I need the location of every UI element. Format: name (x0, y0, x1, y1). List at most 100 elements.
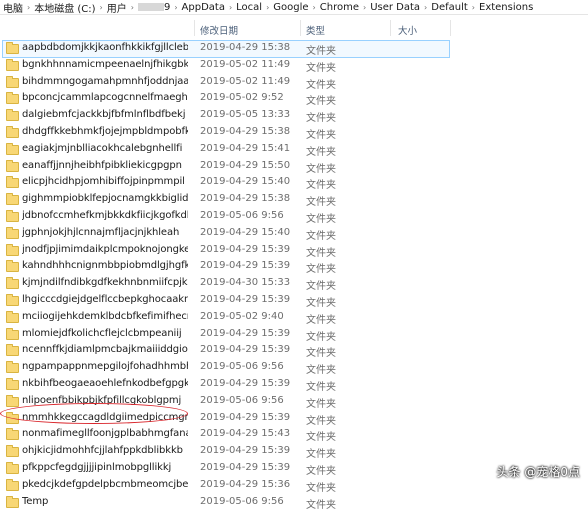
modified-date: 2019-04-29 15:50 (200, 159, 291, 171)
folder-name: jgphnjokjhjlcnnajmfljacjnjkhleah (22, 226, 180, 238)
folder-row[interactable]: Temp 2019-05-06 9:56 文件夹 (0, 494, 588, 511)
folder-name: jdbnofccmhefkmjbkkdkfiicjkgofkdh (22, 209, 188, 221)
folder-row[interactable]: jgphnjokjhjlcnnajmfljacjnjkhleah 2019-04-… (0, 225, 588, 242)
column-divider[interactable] (194, 20, 195, 36)
folder-name: eanaffjjnnjheibhfpibkliekicgpgpn (22, 159, 182, 171)
folder-icon (6, 243, 19, 256)
item-type: 文件夹 (306, 96, 336, 108)
folder-row[interactable]: eagiakjmjnblliacokhcalebgnhellfi 2019-04-… (0, 141, 588, 158)
folder-name: Temp (22, 495, 49, 507)
folder-row[interactable]: kjmjndilfndibkgdfkekhnbnmiifcpjk 2019-04-… (0, 275, 588, 292)
folder-row[interactable]: ohjkicjidmohhfcjjlahfppkdblibkkb 2019-04-… (0, 443, 588, 460)
folder-name: lhgicccdgiejdgelflccbepkghocaakn (22, 293, 188, 305)
breadcrumb-item-google[interactable]: Google (270, 2, 311, 13)
folder-icon (6, 327, 19, 340)
folder-name: bgnkhhnnamicmpeenaelnjfhikgbkllg (22, 58, 188, 70)
folder-icon (6, 125, 19, 138)
folder-row[interactable]: aapbdbdomjkkjkaonfhkkikfgjllcleb 2019-04-… (0, 40, 588, 58)
column-header-row: 修改日期 类型 大小 (0, 18, 588, 38)
folder-name: dalgiebmfcjackkbjfbfmlnflbdfbekj (22, 109, 186, 121)
folder-icon (6, 445, 19, 458)
folder-row[interactable]: kahndhhhcnignmbbpiobmdlgjhgfkfil 2019-04-… (0, 258, 588, 275)
breadcrumb-item-extensions[interactable]: Extensions (476, 2, 536, 13)
breadcrumb-item-chrome[interactable]: Chrome (317, 2, 362, 13)
breadcrumb-item-users[interactable]: 用户 (104, 0, 130, 15)
column-header-type[interactable]: 类型 (306, 23, 325, 37)
folder-name: ngpampappnmepgilojfohadhhmbhla... (22, 361, 188, 373)
watermark-text: 头条 @宠格0点 (496, 465, 580, 479)
breadcrumb-item-local[interactable]: Local (233, 2, 265, 13)
modified-date: 2019-04-29 15:39 (200, 260, 291, 272)
item-type: 文件夹 (306, 432, 336, 444)
folder-name: mlomiejdfkolichcflejclcbmpeaniij (22, 327, 182, 339)
folder-row[interactable]: mlomiejdfkolichcflejclcbmpeaniij 2019-04-… (0, 326, 588, 343)
item-type: 文件夹 (306, 180, 336, 192)
breadcrumb-item-pc[interactable]: 电脑 (0, 0, 26, 15)
folder-icon (6, 193, 19, 206)
folder-row[interactable]: nkbihfbeogaeaoehlefnkodbefgpgknn 2019-04-… (0, 376, 588, 393)
folder-row[interactable]: nmmhkkegccagdldgiimedpiccmgmie... 2019-04… (0, 410, 588, 427)
breadcrumb-item-default[interactable]: Default (428, 2, 471, 13)
item-type: 文件夹 (306, 281, 336, 293)
column-divider[interactable] (390, 20, 391, 36)
redacted-block (137, 2, 164, 11)
watermark: 头条 @宠格0点 (497, 463, 580, 480)
modified-date: 2019-05-06 9:56 (200, 394, 284, 406)
item-type: 文件夹 (306, 213, 336, 225)
folder-icon (6, 75, 19, 88)
modified-date: 2019-05-02 9:52 (200, 92, 284, 104)
folder-icon (6, 92, 19, 105)
folder-name: elicpjhcidhpjomhibiffojpinpmmpil (22, 176, 185, 188)
modified-date: 2019-05-02 9:40 (200, 310, 284, 322)
folder-name: eagiakjmjnblliacokhcalebgnhellfi (22, 142, 183, 154)
folder-row[interactable]: bihdmmngogamahpmnhfjoddnjaaeo... 2019-05-… (0, 74, 588, 91)
folder-name: kjmjndilfndibkgdfkekhnbnmiifcpjk (22, 277, 188, 289)
item-type: 文件夹 (306, 129, 336, 141)
item-type: 文件夹 (306, 331, 336, 343)
folder-row[interactable]: dhdgffkkebhmkfjojejmpbldmpobfkfo 2019-04-… (0, 124, 588, 141)
folder-row[interactable]: bpconcjcammlapcogcnnelfmaeghhagj 2019-05-… (0, 90, 588, 107)
folder-icon (6, 58, 19, 71)
column-divider[interactable] (300, 20, 301, 36)
breadcrumb-item-user-data[interactable]: User Data (367, 2, 423, 13)
item-type: 文件夹 (306, 465, 336, 477)
folder-icon (6, 277, 19, 290)
breadcrumb-item-local-disk[interactable]: 本地磁盘 (C:) (31, 0, 98, 15)
folder-row[interactable]: ncennffkjdiamlpmcbajkmaiiiddgioo 2019-04-… (0, 342, 588, 359)
folder-row[interactable]: nlipoenfbbikpbjkfpfillcgkoblgpmj 2019-05-… (0, 393, 588, 410)
folder-row[interactable]: elicpjhcidhpjomhibiffojpinpmmpil 2019-04-… (0, 174, 588, 191)
folder-row[interactable]: jdbnofccmhefkmjbkkdkfiicjkgofkdh 2019-05-… (0, 208, 588, 225)
column-header-date[interactable]: 修改日期 (200, 23, 238, 37)
folder-name: pfkppcfegdgjjjjipinlmobpgllikkj (22, 461, 172, 473)
item-type: 文件夹 (306, 297, 336, 309)
folder-icon (6, 428, 19, 441)
folder-row[interactable]: bgnkhhnnamicmpeenaelnjfhikgbkllg 2019-05-… (0, 57, 588, 74)
breadcrumb-item-appdata[interactable]: AppData (179, 2, 228, 13)
column-divider[interactable] (450, 20, 451, 36)
folder-row[interactable]: ngpampappnmepgilojfohadhhmbhla... 2019-05… (0, 359, 588, 376)
modified-date: 2019-04-29 15:38 (200, 42, 291, 53)
item-type: 文件夹 (306, 46, 336, 57)
column-header-size[interactable]: 大小 (398, 23, 417, 37)
folder-icon (6, 109, 19, 122)
item-type: 文件夹 (306, 163, 336, 175)
folder-name: ncennffkjdiamlpmcbajkmaiiiddgioo (22, 344, 188, 356)
folder-name: nlipoenfbbikpbjkfpfillcgkoblgpmj (22, 394, 182, 406)
folder-row[interactable]: jnodfjpjimimdaikplcmpoknojongked 2019-04-… (0, 242, 588, 259)
folder-row[interactable]: lhgicccdgiejdgelflccbepkghocaakn 2019-04-… (0, 292, 588, 309)
modified-date: 2019-04-29 15:41 (200, 142, 291, 154)
folder-row[interactable]: dalgiebmfcjackkbjfbfmlnflbdfbekj 2019-05-… (0, 107, 588, 124)
folder-row[interactable]: nonmafimegllfoonjgplbabhmgfanaka 2019-04-… (0, 426, 588, 443)
breadcrumb-item-username[interactable]: 9 (135, 2, 173, 13)
folder-icon (6, 293, 19, 306)
folder-row[interactable]: eanaffjjnnjheibhfpibkliekicgpgpn 2019-04-… (0, 158, 588, 175)
folder-row[interactable]: mciiogijehkdemklbdcbfkefimifhecn 2019-05-… (0, 309, 588, 326)
modified-date: 2019-05-02 11:49 (200, 58, 291, 70)
address-breadcrumb[interactable]: 电脑 › 本地磁盘 (C:) › 用户 › 9 › AppData › Loca… (0, 0, 588, 15)
breadcrumb-username-text: 9 (163, 1, 171, 13)
folder-row[interactable]: gighmmpiobklfepjocnamgkkbiglidom 2019-04-… (0, 191, 588, 208)
item-type: 文件夹 (306, 499, 336, 511)
modified-date: 2019-04-29 15:39 (200, 411, 291, 423)
folder-name: nonmafimegllfoonjgplbabhmgfanaka (22, 428, 188, 440)
modified-date: 2019-05-05 13:33 (200, 109, 291, 121)
